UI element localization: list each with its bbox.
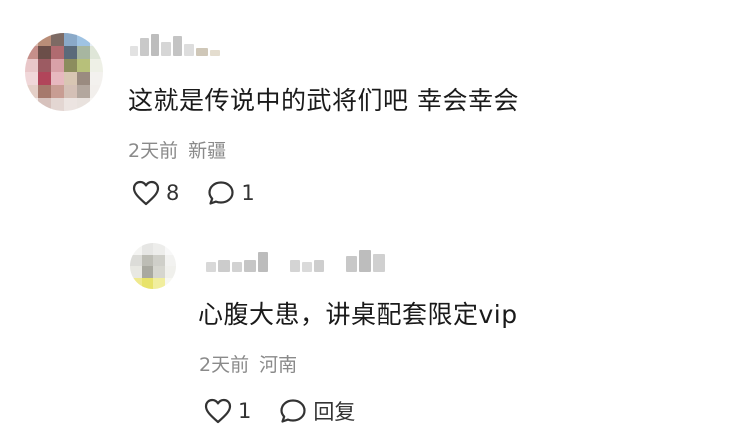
comment-meta: 2天前 新疆 [128,136,226,163]
comment-text: 心腹大患，讲桌配套限定vip [198,300,518,329]
avatar[interactable] [25,33,103,111]
avatar-mosaic-tile [64,72,77,85]
avatar-mosaic-tile [38,72,51,85]
avatar-mosaic-tile [25,98,38,111]
avatar-mosaic-tile [77,33,90,46]
avatar-mosaic-tile [64,59,77,72]
like-button[interactable]: 1 [204,398,251,424]
speech-bubble-icon [279,398,307,424]
avatar-mosaic-tile [77,59,90,72]
reply-button[interactable]: 回复 [279,396,355,426]
avatar-mosaic-tile [90,85,103,98]
like-count: 8 [166,181,180,205]
avatar-mosaic-tile [130,266,142,278]
avatar[interactable] [130,243,176,289]
avatar-mosaic-tile [38,59,51,72]
avatar-mosaic-tile [153,254,165,266]
reply-button[interactable]: 1 [207,180,255,206]
speech-bubble-icon [207,180,235,206]
avatar-mosaic-tile [130,254,142,266]
avatar-mosaic-tile [51,46,64,59]
avatar-mosaic-tile [38,33,51,46]
avatar-mosaic-tile [51,33,64,46]
avatar-mosaic-tile [64,98,77,111]
comment-actions: 1 回复 [204,396,355,426]
reply-count: 1 [241,181,255,205]
comment-text: 这就是传说中的武将们吧 幸会幸会 [128,86,519,115]
avatar-mosaic-tile [64,85,77,98]
avatar-mosaic-tile [51,72,64,85]
avatar-mosaic-tile [141,277,153,289]
avatar-mosaic-tile [153,243,165,255]
avatar-mosaic-tile [141,254,153,266]
avatar-mosaic-tile [77,98,90,111]
avatar-mosaic-tile [77,72,90,85]
heart-outline-icon [204,398,232,424]
timestamp: 2天前 [199,354,250,376]
like-count: 1 [238,399,252,423]
username-blurred[interactable] [206,250,385,272]
avatar-mosaic-tile [25,72,38,85]
reply-label: 回复 [313,400,356,424]
avatar-mosaic-tile [90,46,103,59]
avatar-mosaic-tile [51,59,64,72]
avatar-mosaic-tile [130,243,142,255]
like-button[interactable]: 8 [132,180,179,206]
avatar-mosaic-tile [141,243,153,255]
avatar-mosaic-tile [153,277,165,289]
avatar-mosaic-tile [77,46,90,59]
avatar-mosaic-tile [164,254,176,266]
avatar-mosaic-tile [164,277,176,289]
username-blurred[interactable] [130,34,220,56]
avatar-mosaic-tile [25,85,38,98]
avatar-mosaic-tile [38,85,51,98]
avatar-mosaic-tile [90,72,103,85]
avatar-mosaic-tile [164,243,176,255]
location: 新疆 [188,140,227,162]
avatar-mosaic-tile [77,85,90,98]
avatar-mosaic-tile [64,33,77,46]
timestamp: 2天前 [128,140,179,162]
avatar-mosaic-tile [25,46,38,59]
avatar-mosaic-tile [90,33,103,46]
avatar-mosaic-tile [64,46,77,59]
avatar-mosaic-tile [90,59,103,72]
avatar-mosaic-tile [51,85,64,98]
avatar-mosaic-tile [25,59,38,72]
comment-meta: 2天前 河南 [199,350,297,377]
location: 河南 [259,354,298,376]
heart-outline-icon [132,180,160,206]
avatar-mosaic-tile [38,46,51,59]
comment-actions: 8 1 [132,180,255,206]
avatar-mosaic-tile [25,33,38,46]
avatar-mosaic-tile [90,98,103,111]
avatar-mosaic-tile [153,266,165,278]
avatar-mosaic-tile [38,98,51,111]
avatar-mosaic-tile [51,98,64,111]
avatar-mosaic-tile [164,266,176,278]
avatar-mosaic-tile [141,266,153,278]
avatar-mosaic-tile [130,277,142,289]
